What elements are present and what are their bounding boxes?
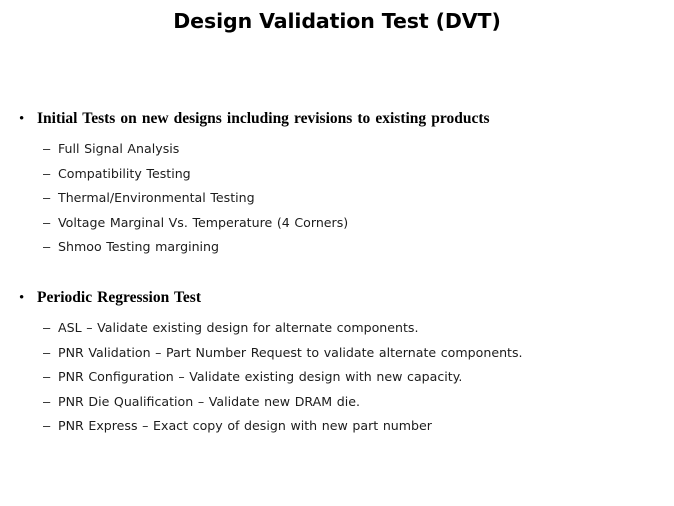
sub-bullet-list: – Full Signal Analysis – Compatibility T…: [0, 138, 674, 261]
sub-bullet-label: Shmoo Testing margining: [58, 239, 220, 255]
bullet-level1-label: Periodic Regression Test: [37, 288, 201, 306]
dash-marker-icon: –: [43, 369, 51, 385]
sub-bullet-label: PNR Express – Exact copy of design with …: [58, 418, 432, 434]
bullet-dot-icon: •: [19, 111, 25, 127]
dash-marker-icon: –: [43, 214, 51, 230]
sub-bullet-label: ASL – Validate existing design for alter…: [58, 319, 419, 335]
sub-bullet-label: Voltage Marginal Vs. Temperature (4 Corn…: [58, 214, 349, 230]
list-item: – Voltage Marginal Vs. Temperature (4 Co…: [0, 212, 674, 237]
bullet-level1-label: Initial Tests on new designs including r…: [37, 110, 490, 127]
dash-marker-icon: –: [43, 418, 51, 434]
bullet-item-level1: • Initial Tests on new designs including…: [0, 108, 674, 133]
list-item: – PNR Express – Exact copy of design wit…: [0, 415, 674, 440]
list-item: – PNR Validation – Part Number Request t…: [0, 342, 674, 367]
sub-bullet-label: Full Signal Analysis: [58, 141, 180, 156]
sub-bullet-label: Compatibility Testing: [58, 165, 191, 181]
dash-marker-icon: –: [43, 141, 51, 156]
bullet-item-level1: • Periodic Regression Test: [0, 287, 674, 312]
slide-body: • Initial Tests on new designs including…: [0, 108, 674, 440]
sub-bullet-label: PNR Validation – Part Number Request to …: [58, 344, 523, 360]
list-item: – Thermal/Environmental Testing: [0, 187, 674, 212]
bullet-section-periodic-regression: • Periodic Regression Test – ASL – Valid…: [0, 287, 674, 440]
dash-marker-icon: –: [43, 190, 51, 206]
sub-bullet-label: PNR Die Qualification – Validate new DRA…: [58, 393, 360, 409]
list-item: – PNR Die Qualification – Validate new D…: [0, 391, 674, 416]
sub-bullet-label: PNR Configuration – Validate existing de…: [58, 369, 463, 385]
page-title: Design Validation Test (DVT): [173, 9, 501, 33]
list-item: – Full Signal Analysis: [0, 138, 674, 163]
dash-marker-icon: –: [43, 344, 51, 360]
dash-marker-icon: –: [43, 165, 51, 181]
dash-marker-icon: –: [43, 319, 51, 335]
dash-marker-icon: –: [43, 239, 51, 255]
dash-marker-icon: –: [43, 393, 51, 409]
sub-bullet-list: – ASL – Validate existing design for alt…: [0, 317, 674, 440]
list-item: – ASL – Validate existing design for alt…: [0, 317, 674, 342]
list-item: – PNR Configuration – Validate existing …: [0, 366, 674, 391]
bullet-section-initial-tests: • Initial Tests on new designs including…: [0, 108, 674, 261]
sub-bullet-label: Thermal/Environmental Testing: [58, 190, 255, 206]
list-item: – Compatibility Testing: [0, 163, 674, 188]
list-item: – Shmoo Testing margining: [0, 236, 674, 261]
bullet-dot-icon: •: [19, 289, 25, 306]
slide-canvas: Design Validation Test (DVT) • Initial T…: [0, 0, 674, 506]
